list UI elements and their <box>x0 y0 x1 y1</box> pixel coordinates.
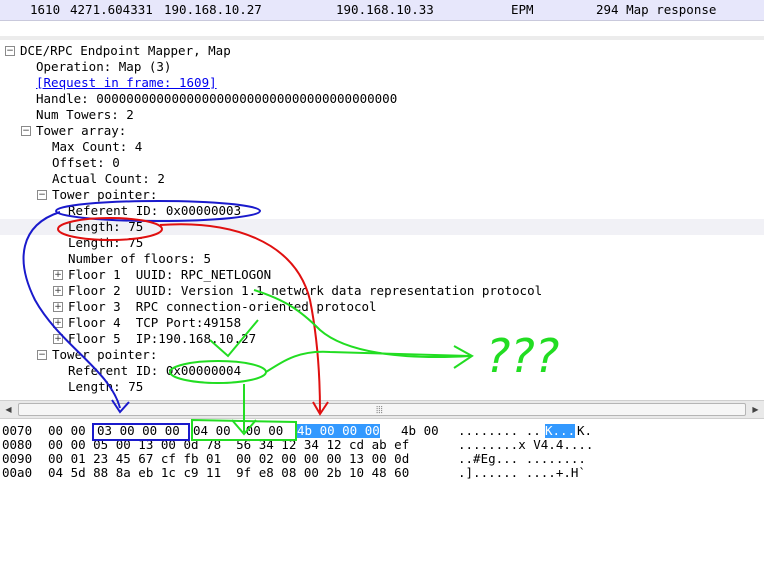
tree-item-floor-2[interactable]: + Floor 2 UUID: Version 1.1 network data… <box>0 283 764 299</box>
tree-item-floor-4[interactable]: + Floor 4 TCP Port:49158 <box>0 315 764 331</box>
tree-item-offset[interactable]: Offset: 0 <box>0 155 764 171</box>
tree-item-max-count[interactable]: Max Count: 4 <box>0 139 764 155</box>
tree-item-operation[interactable]: Operation: Map (3) <box>0 59 764 75</box>
scroll-right-icon[interactable]: ▶ <box>747 401 764 418</box>
packet-list-row[interactable]: 1610 4271.604331 190.168.10.27 190.168.1… <box>0 0 764 21</box>
hex-offset: 0070 <box>2 423 33 438</box>
hex-bytes: 00 00 05 00 13 00 0d 78 56 34 12 34 12 c… <box>48 437 410 452</box>
hex-ascii: ........x V4.4.... <box>458 437 594 452</box>
grip-icon: ⦙⦙⦙ <box>376 405 383 416</box>
expand-icon[interactable]: + <box>53 302 63 312</box>
tree-item-num-towers[interactable]: Num Towers: 2 <box>0 107 764 123</box>
hex-row[interactable]: 0080 00 00 05 00 13 00 0d 78 56 34 12 34… <box>0 438 764 452</box>
expand-icon[interactable]: + <box>53 318 63 328</box>
packet-details-tree[interactable]: − DCE/RPC Endpoint Mapper, Map Operation… <box>0 42 764 399</box>
hex-bytes-selected: 4b 00 00 00 <box>297 423 380 438</box>
hex-row[interactable]: 0070 00 00 03 00 00 00 04 00 00 00 4b 00… <box>0 424 764 438</box>
packet-number: 1610 <box>30 2 61 17</box>
hex-bytes: 00 00 <box>48 423 86 438</box>
hex-ascii: ........ .. <box>458 423 541 438</box>
packet-destination: 190.168.10.33 <box>336 2 434 17</box>
hex-bytes: 04 5d 88 8a eb 1c c9 11 9f e8 08 00 2b 1… <box>48 465 410 480</box>
tree-item-tower-array[interactable]: − Tower array: <box>0 123 764 139</box>
tree-item-request-link[interactable]: [Request in frame: 1609] <box>0 75 764 91</box>
tree-item-referent-id-1[interactable]: Referent ID: 0x00000003 <box>0 203 764 219</box>
collapse-icon[interactable]: − <box>37 350 47 360</box>
scroll-left-icon[interactable]: ◀ <box>0 401 17 418</box>
hex-ascii: ..#Eg... ........ <box>458 451 586 466</box>
hex-bytes: 04 00 00 00 <box>193 423 284 438</box>
hex-ascii: K. <box>577 423 593 438</box>
tree-item-tower-pointer-1[interactable]: − Tower pointer: <box>0 187 764 203</box>
hex-ascii-selected: K... <box>545 423 576 438</box>
expand-icon[interactable]: + <box>53 270 63 280</box>
collapse-icon[interactable]: − <box>5 46 15 56</box>
hex-dump-pane[interactable]: 0070 00 00 03 00 00 00 04 00 00 00 4b 00… <box>0 421 764 480</box>
hex-offset: 0080 <box>2 437 33 452</box>
tree-item-floor-1[interactable]: + Floor 1 UUID: RPC_NETLOGON <box>0 267 764 283</box>
tree-item-number-of-floors[interactable]: Number of floors: 5 <box>0 251 764 267</box>
tree-item-length[interactable]: Length: 75 <box>0 235 764 251</box>
packet-source: 190.168.10.27 <box>164 2 262 17</box>
collapse-icon[interactable]: − <box>21 126 31 136</box>
expand-icon[interactable]: + <box>53 286 63 296</box>
tree-item-tower-pointer-2[interactable]: − Tower pointer: <box>0 347 764 363</box>
tree-item-root[interactable]: − DCE/RPC Endpoint Mapper, Map <box>0 43 764 59</box>
hex-row[interactable]: 00a0 04 5d 88 8a eb 1c c9 11 9f e8 08 00… <box>0 466 764 480</box>
pane-divider[interactable] <box>0 36 764 40</box>
request-frame-link[interactable]: [Request in frame: 1609] <box>36 75 217 91</box>
packet-time: 4271.604331 <box>70 2 153 17</box>
hex-row[interactable]: 0090 00 01 23 45 67 cf fb 01 00 02 00 00… <box>0 452 764 466</box>
tree-item-floor-5[interactable]: + Floor 5 IP:190.168.10.27 <box>0 331 764 347</box>
hex-bytes: 03 00 00 00 <box>97 423 180 438</box>
expand-icon[interactable]: + <box>53 334 63 344</box>
packet-info: 294 Map response <box>596 2 717 17</box>
tree-item-referent-id-2[interactable]: Referent ID: 0x00000004 <box>0 363 764 379</box>
collapse-icon[interactable]: − <box>37 190 47 200</box>
hex-ascii: .]...... ....+.H` <box>458 465 586 480</box>
tree-item-length-selected[interactable]: Length: 75 <box>0 219 764 235</box>
hex-offset: 00a0 <box>2 465 33 480</box>
packet-protocol: EPM <box>511 2 534 17</box>
scrollbar-thumb[interactable]: ⦙⦙⦙ <box>18 403 746 416</box>
hex-offset: 0090 <box>2 451 33 466</box>
hex-bytes: 00 01 23 45 67 cf fb 01 00 02 00 00 00 1… <box>48 451 410 466</box>
horizontal-scrollbar[interactable]: ◀ ⦙⦙⦙ ▶ <box>0 400 764 419</box>
tree-item-floor-3[interactable]: + Floor 3 RPC connection-oriented protoc… <box>0 299 764 315</box>
tree-item-actual-count[interactable]: Actual Count: 2 <box>0 171 764 187</box>
tree-item-handle[interactable]: Handle: 00000000000000000000000000000000… <box>0 91 764 107</box>
tree-item-length-2[interactable]: Length: 75 <box>0 379 764 395</box>
hex-bytes: 4b 00 <box>401 423 439 438</box>
